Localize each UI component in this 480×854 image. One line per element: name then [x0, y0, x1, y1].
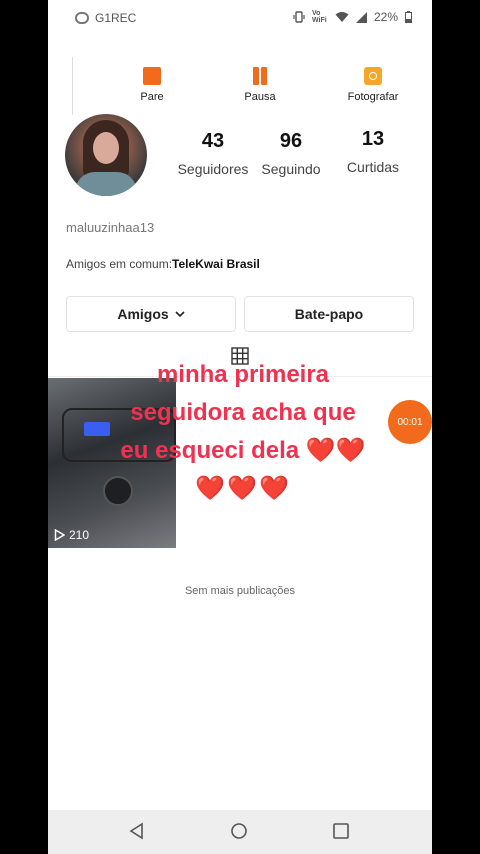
- chat-label: Bate-papo: [294, 306, 364, 322]
- vibrate-icon: [293, 11, 305, 23]
- likes-label: Curtidas: [346, 159, 400, 175]
- photo-button[interactable]: Fotografar: [328, 67, 418, 103]
- pause-icon: [251, 67, 269, 85]
- play-count: 210: [54, 528, 89, 542]
- mutual-name: TeleKwai Brasil: [172, 257, 260, 271]
- pause-label: Pausa: [244, 91, 276, 103]
- navigation-bar: [48, 810, 432, 854]
- status-app-name: G1REC: [95, 11, 137, 25]
- play-count-value: 210: [69, 528, 90, 542]
- caption-line-4: ❤️❤️❤️: [195, 475, 291, 502]
- status-left: G1REC: [75, 11, 136, 25]
- avatar[interactable]: [65, 114, 147, 196]
- chevron-down-icon: [175, 310, 185, 317]
- caption-line-2: seguidora acha que: [130, 399, 356, 426]
- following-stat[interactable]: 96 Seguindo: [246, 130, 336, 177]
- status-bar: G1REC Vo WiFi 22%: [48, 0, 432, 36]
- caption-line-1: minha primeira: [156, 361, 330, 388]
- photo-label: Fotografar: [347, 91, 399, 103]
- stop-icon: [143, 67, 161, 85]
- avatar-face: [93, 132, 119, 164]
- username: maluuzinhaa13: [66, 220, 155, 235]
- caption-line-3: eu esqueci dela ❤️❤️: [120, 437, 366, 464]
- video-caption-overlay: minha primeira seguidora acha que eu esq…: [88, 356, 398, 508]
- followers-label: Seguidores: [177, 161, 249, 177]
- followers-stat[interactable]: 43 Seguidores: [168, 130, 258, 177]
- friends-button[interactable]: Amigos: [66, 296, 236, 332]
- following-count: 96: [279, 130, 303, 152]
- no-more-posts: Sem mais publicações: [184, 585, 296, 597]
- battery-percent: 22%: [373, 10, 398, 24]
- following-label: Seguindo: [261, 161, 321, 177]
- recorder-toolbar: Pare Pausa Fotografar: [72, 57, 432, 117]
- stop-button[interactable]: Pare: [107, 67, 197, 103]
- chat-button[interactable]: Bate-papo: [244, 296, 414, 332]
- pause-button[interactable]: Pausa: [215, 67, 305, 103]
- avatar-shirt: [75, 172, 137, 196]
- recents-icon[interactable]: [332, 822, 350, 840]
- likes-count: 13: [361, 128, 385, 150]
- followers-count: 43: [201, 130, 225, 152]
- wifi-icon: [335, 12, 349, 22]
- camera-icon: [364, 67, 382, 85]
- signal-icon: [355, 11, 367, 23]
- status-right: Vo WiFi 22%: [293, 10, 412, 24]
- toolbar-divider: [72, 57, 73, 115]
- back-icon[interactable]: [128, 822, 146, 840]
- screen: G1REC Vo WiFi 22% Pare Pausa Fotografar: [48, 0, 432, 854]
- recording-timer[interactable]: 00:01: [388, 400, 432, 444]
- friends-label: Amigos: [117, 306, 169, 322]
- stop-label: Pare: [140, 91, 164, 103]
- home-icon[interactable]: [230, 822, 248, 840]
- mutual-prefix: Amigos em comum:: [66, 257, 173, 271]
- likes-stat[interactable]: 13 Curtidas: [328, 128, 418, 175]
- vowifi-label: Vo WiFi: [311, 10, 327, 24]
- play-icon: [54, 529, 65, 541]
- mutual-friends[interactable]: Amigos em comum:TeleKwai Brasil: [66, 257, 260, 271]
- battery-icon: [405, 11, 412, 23]
- recorder-icon: [75, 12, 89, 24]
